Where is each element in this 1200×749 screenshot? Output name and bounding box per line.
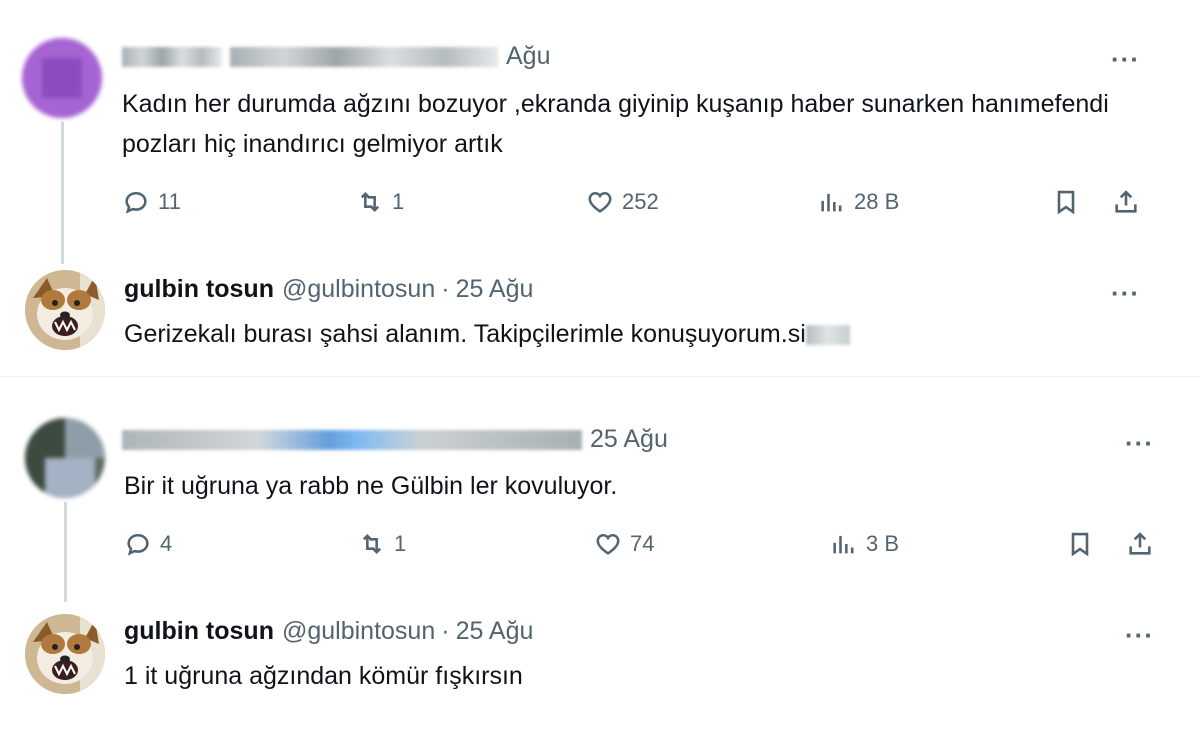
reply-count: 4: [160, 531, 173, 556]
tweet-date[interactable]: 25 Ağu: [456, 275, 534, 304]
like-button[interactable]: 74: [594, 530, 654, 558]
reply-icon: [127, 533, 149, 556]
bookmark-icon: [1071, 532, 1089, 557]
user-handle[interactable]: @gulbintosun: [282, 275, 435, 304]
share-icon: [1115, 190, 1137, 213]
views-icon: [821, 193, 842, 212]
display-name[interactable]: gulbin tosun: [124, 617, 274, 646]
tweet-2[interactable]: gulbin tosun @gulbintosun · 25 Ağu ··· G…: [0, 260, 1200, 370]
retweet-button[interactable]: 1: [358, 530, 406, 558]
share-button[interactable]: [1112, 188, 1148, 216]
tweet-text: 1 it uğruna ağzından kömür fışkırsın: [124, 662, 523, 690]
display-name[interactable]: gulbin tosun: [124, 275, 274, 304]
tweet-1[interactable]: Ağu ··· Kadın her durumda ağzını bozuyor…: [0, 0, 1200, 264]
more-options-icon[interactable]: ···: [1125, 620, 1154, 651]
like-count: 74: [630, 531, 655, 556]
tweet-date[interactable]: Ağu: [506, 42, 550, 71]
bookmark-icon: [1057, 190, 1075, 215]
views-count: 3 B: [866, 531, 900, 556]
tweet-header: Ağu: [122, 42, 550, 71]
tweet-header: gulbin tosun @gulbintosun · 25 Ağu: [124, 617, 533, 646]
avatar[interactable]: [25, 270, 105, 350]
avatar[interactable]: [22, 38, 102, 118]
like-icon: [588, 191, 612, 213]
retweet-icon: [362, 534, 382, 554]
views-icon: [833, 535, 854, 554]
reply-button[interactable]: 11: [122, 188, 181, 216]
tweet-actions: 4 1 74 3 B: [0, 530, 1200, 570]
redacted-name: [122, 429, 582, 450]
tweet-date[interactable]: 25 Ağu: [456, 617, 534, 646]
redacted-name: [122, 46, 222, 67]
reply-count: 11: [158, 189, 181, 214]
like-icon: [596, 533, 620, 555]
share-icon: [1129, 532, 1151, 555]
tweet-actions: 11 1 252 28 B: [0, 188, 1200, 228]
tweet-text: Bir it uğruna ya rabb ne Gülbin ler kovu…: [124, 472, 618, 500]
retweet-count: 1: [394, 531, 407, 556]
retweet-count: 1: [392, 189, 405, 214]
like-button[interactable]: 252: [586, 188, 659, 216]
tweet-header: gulbin tosun @gulbintosun · 25 Ağu: [124, 275, 533, 304]
dog-avatar-image: [25, 270, 105, 350]
tweet-text-content: Gerizekalı burası şahsi alanım. Takipçil…: [124, 320, 806, 348]
views-count: 28 B: [854, 189, 900, 214]
separator-dot: ·: [441, 617, 450, 645]
tweet-header: 25 Ağu: [122, 425, 668, 454]
tweet-4[interactable]: gulbin tosun @gulbintosun · 25 Ağu ··· 1…: [0, 600, 1200, 720]
more-options-icon[interactable]: ···: [1111, 278, 1140, 309]
bookmark-button[interactable]: [1066, 530, 1102, 558]
retweet-button[interactable]: 1: [356, 188, 404, 216]
bookmark-button[interactable]: [1052, 188, 1088, 216]
divider: [0, 376, 1200, 377]
views-button[interactable]: 3 B: [830, 530, 899, 558]
avatar[interactable]: [25, 418, 105, 498]
share-button[interactable]: [1126, 530, 1162, 558]
user-handle[interactable]: @gulbintosun: [282, 617, 435, 646]
tweet-date[interactable]: 25 Ağu: [590, 425, 668, 454]
tweet-text: Gerizekalı burası şahsi alanım. Takipçil…: [124, 314, 1124, 354]
redacted-text: [805, 325, 850, 346]
views-button[interactable]: 28 B: [818, 188, 899, 216]
more-options-icon[interactable]: ···: [1125, 428, 1154, 459]
tweet-3[interactable]: 25 Ağu ··· Bir it uğruna ya rabb ne Gülb…: [0, 400, 1200, 602]
retweet-icon: [360, 192, 380, 212]
avatar[interactable]: [25, 614, 105, 694]
reply-button[interactable]: 4: [124, 530, 172, 558]
separator-dot: ·: [441, 275, 450, 303]
more-options-icon[interactable]: ···: [1111, 44, 1140, 75]
dog-avatar-image: [25, 614, 105, 694]
redacted-handle: [230, 46, 498, 67]
reply-icon: [125, 191, 147, 214]
like-count: 252: [622, 189, 659, 214]
tweet-text: Kadın her durumda ağzını bozuyor ,ekrand…: [122, 90, 1109, 158]
